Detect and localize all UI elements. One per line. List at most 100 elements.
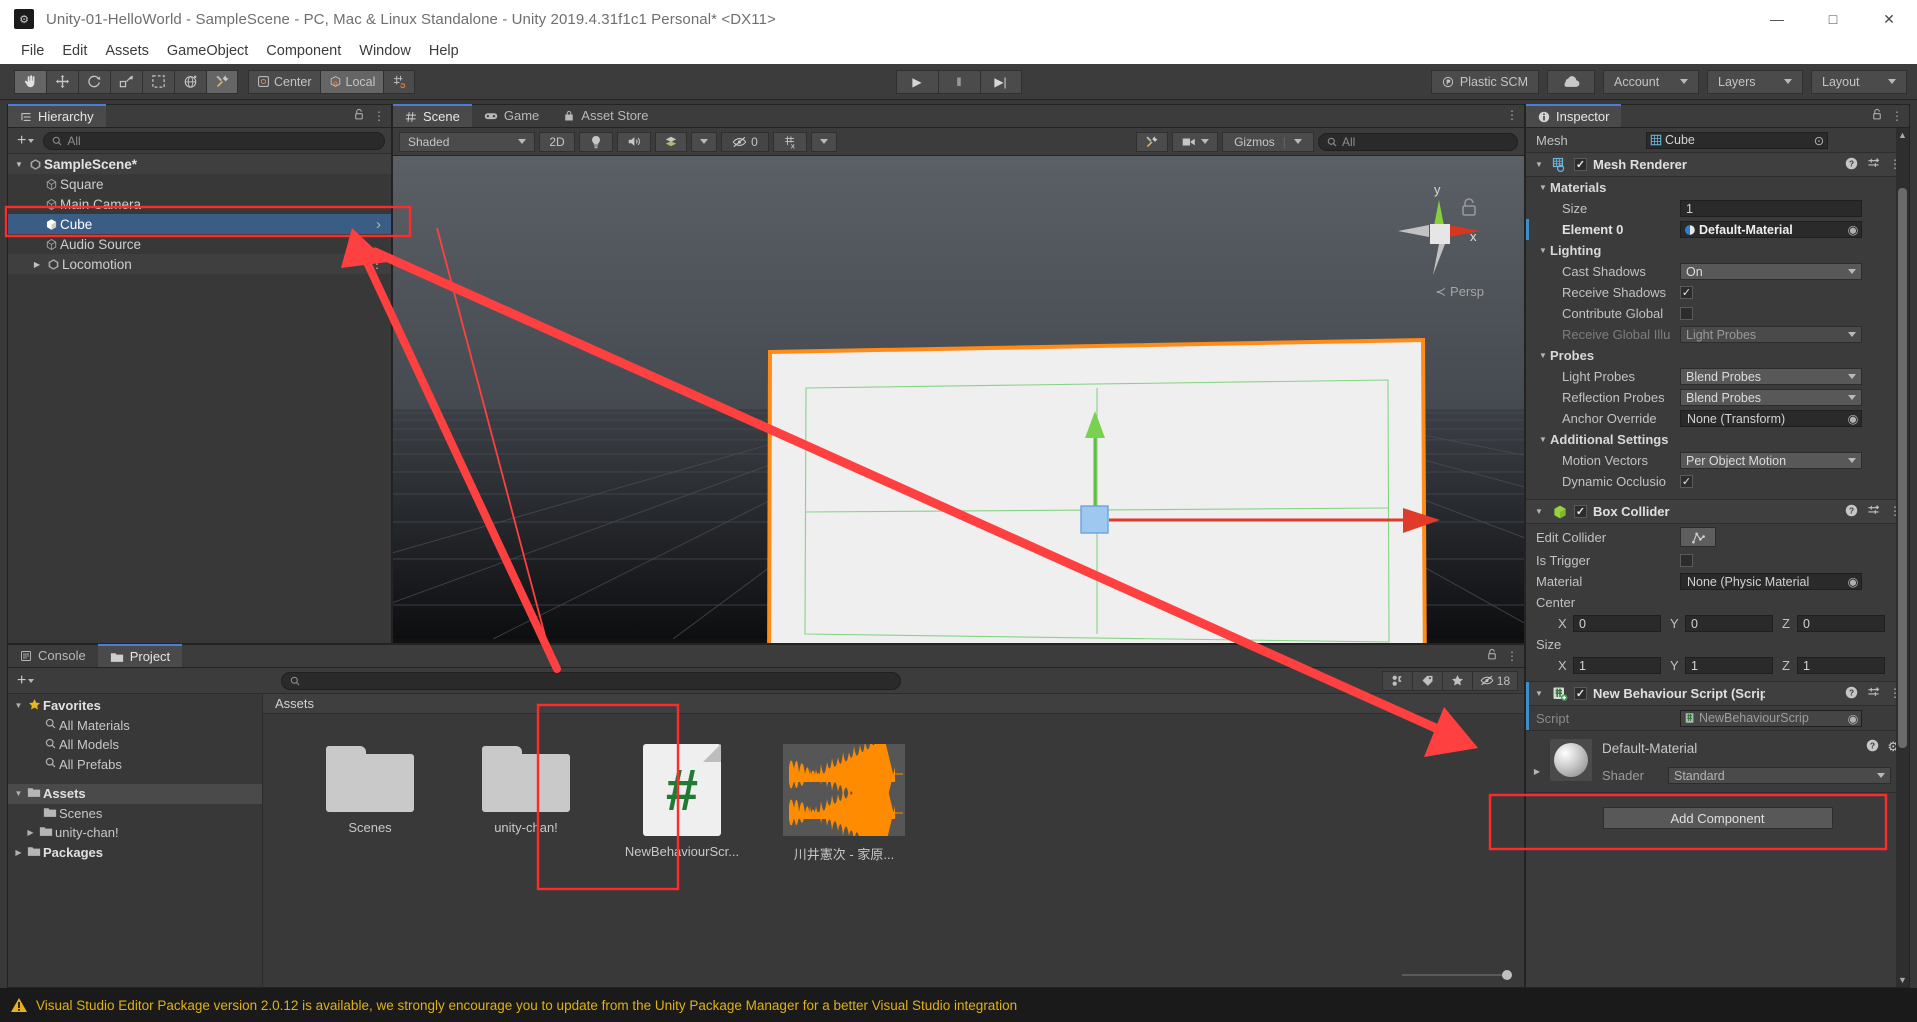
- kebab-menu-icon[interactable]: ⋮: [371, 257, 383, 271]
- project-tree-packages[interactable]: ▶ Packages: [8, 843, 262, 863]
- chevron-down-icon[interactable]: ▼: [1532, 689, 1546, 698]
- is-trigger-checkbox[interactable]: [1680, 554, 1693, 567]
- draw-mode-dropdown[interactable]: Shaded: [399, 131, 535, 152]
- chevron-down-icon[interactable]: ▼: [12, 789, 25, 798]
- inspector-scrollbar[interactable]: ▲ ▼: [1896, 128, 1909, 987]
- preset-icon[interactable]: [1867, 686, 1880, 702]
- scene-axis-gizmo[interactable]: y x: [1392, 178, 1486, 298]
- project-tree-assets[interactable]: ▼ Assets: [8, 784, 262, 804]
- box-collider-enabled-checkbox[interactable]: ✓: [1574, 505, 1587, 518]
- chevron-right-icon[interactable]: ▶: [30, 260, 44, 269]
- plastic-scm-button[interactable]: Plastic SCM: [1430, 69, 1539, 94]
- edit-collider-button[interactable]: [1680, 527, 1716, 547]
- size-x-input[interactable]: 1: [1573, 657, 1661, 674]
- component-header-mesh-renderer[interactable]: ▼ ✓ Mesh Renderer ? ⋮: [1526, 152, 1909, 177]
- hierarchy-search-input[interactable]: All: [43, 131, 385, 150]
- kebab-menu-icon[interactable]: ⋮: [1506, 649, 1518, 663]
- receive-shadows-checkbox[interactable]: ✓: [1680, 286, 1693, 299]
- reflection-probes-dropdown[interactable]: Blend Probes: [1680, 389, 1862, 406]
- cast-shadows-row[interactable]: Cast Shadows On: [1526, 261, 1909, 282]
- menu-file[interactable]: File: [12, 41, 53, 61]
- pivot-mode-button[interactable]: Center: [248, 69, 320, 94]
- project-tree-scenes[interactable]: Scenes: [8, 804, 262, 824]
- project-item-scenes[interactable]: Scenes: [311, 742, 429, 863]
- project-tree-all-prefabs[interactable]: All Prefabs: [8, 755, 262, 775]
- receive-shadows-row[interactable]: Receive Shadows ✓: [1526, 282, 1909, 303]
- size-y-input[interactable]: 1: [1685, 657, 1773, 674]
- scene-grid-visibility-icon[interactable]: [773, 131, 807, 152]
- scene-audio-icon[interactable]: [617, 131, 651, 152]
- scene-fx-icon[interactable]: [655, 131, 687, 152]
- hand-tool-icon[interactable]: [14, 69, 46, 94]
- transform-tool-icon[interactable]: [174, 69, 206, 94]
- tab-scene[interactable]: Scene: [393, 104, 472, 127]
- chevron-right-icon[interactable]: ›: [376, 216, 381, 233]
- tab-hierarchy[interactable]: Hierarchy: [8, 104, 106, 127]
- add-component-button[interactable]: Add Component: [1602, 807, 1833, 829]
- tab-console[interactable]: Console: [8, 644, 98, 667]
- chevron-down-icon[interactable]: ▼: [1532, 160, 1546, 169]
- anchor-override-row[interactable]: Anchor Override None (Transform) ◉: [1526, 408, 1909, 429]
- object-picker-icon[interactable]: ◉: [1845, 574, 1861, 589]
- layout-button[interactable]: Layout: [1811, 69, 1907, 94]
- project-grid[interactable]: Assets Scenes unity-chan! # NewBehaviour…: [263, 694, 1524, 987]
- account-button[interactable]: Account: [1603, 69, 1699, 94]
- chevron-down-icon[interactable]: ▼: [1536, 183, 1550, 192]
- lighting-group-header[interactable]: ▼ Lighting: [1526, 240, 1909, 261]
- chevron-down-icon[interactable]: ▼: [1536, 435, 1550, 444]
- layers-button[interactable]: Layers: [1707, 69, 1803, 94]
- kebab-menu-icon[interactable]: ⋮: [1891, 109, 1903, 123]
- hierarchy-item-cube[interactable]: Cube ›: [8, 214, 391, 234]
- menu-component[interactable]: Component: [257, 41, 350, 61]
- additional-settings-header[interactable]: ▼ Additional Settings: [1526, 429, 1909, 450]
- center-vector-row[interactable]: X 0 Y 0 Z 0: [1526, 613, 1909, 634]
- hierarchy-item-main-camera[interactable]: Main Camera: [8, 194, 391, 214]
- project-item-newbehaviourscript[interactable]: # NewBehaviourScr...: [623, 742, 741, 863]
- inspector-body[interactable]: Mesh Cube ⊙ ▼ ✓ Mesh Renderer ? ⋮ ▼ Mate…: [1526, 128, 1909, 987]
- scene-camera-button[interactable]: [1172, 131, 1218, 152]
- hierarchy-item-locomotion[interactable]: ▶ Locomotion ⋮: [8, 254, 391, 274]
- chevron-down-icon[interactable]: ▼: [12, 701, 25, 710]
- chevron-down-icon[interactable]: ▼: [1532, 507, 1546, 516]
- status-bar[interactable]: Visual Studio Editor Package version 2.0…: [0, 988, 1917, 1022]
- rect-tool-icon[interactable]: [142, 69, 174, 94]
- kebab-menu-icon[interactable]: ⋮: [1506, 108, 1518, 122]
- scene-hidden-objects-toggle[interactable]: 0: [721, 131, 769, 152]
- help-icon[interactable]: ?: [1845, 157, 1858, 173]
- lock-icon[interactable]: [353, 108, 365, 124]
- scene-fx-dropdown[interactable]: [691, 131, 717, 152]
- physic-material-row[interactable]: Material None (Physic Material ◉: [1526, 571, 1909, 592]
- edit-collider-row[interactable]: Edit Collider: [1526, 524, 1909, 550]
- lock-icon[interactable]: [1486, 648, 1498, 664]
- menu-assets[interactable]: Assets: [96, 41, 158, 61]
- step-button[interactable]: ▶|: [979, 69, 1022, 94]
- component-header-new-behaviour-script[interactable]: ▼ ✓ New Behaviour Script (Scrip ? ⋮: [1526, 681, 1909, 707]
- menu-window[interactable]: Window: [350, 41, 420, 61]
- project-tree-all-materials[interactable]: All Materials: [8, 716, 262, 736]
- scene-tools-icon[interactable]: [1136, 131, 1168, 152]
- project-item-audio-clip[interactable]: 川井憲次 - 家原...: [779, 742, 909, 863]
- help-icon[interactable]: ?: [1845, 504, 1858, 520]
- close-button[interactable]: ✕: [1861, 0, 1917, 38]
- rotate-tool-icon[interactable]: [78, 69, 110, 94]
- center-x-input[interactable]: 0: [1573, 615, 1661, 632]
- preset-icon[interactable]: [1867, 157, 1880, 173]
- materials-size-row[interactable]: Size 1: [1526, 198, 1909, 219]
- kebab-menu-icon[interactable]: ⋮: [373, 109, 385, 123]
- element0-object-field[interactable]: Default-Material ◉: [1680, 221, 1862, 238]
- menu-edit[interactable]: Edit: [53, 41, 96, 61]
- project-tree-all-models[interactable]: All Models: [8, 735, 262, 755]
- shader-dropdown[interactable]: Standard: [1668, 767, 1891, 784]
- center-y-input[interactable]: 0: [1685, 615, 1773, 632]
- hierarchy-item-square[interactable]: Square: [8, 174, 391, 194]
- save-filter-icon[interactable]: [1381, 670, 1412, 691]
- space-mode-button[interactable]: Local: [319, 69, 384, 94]
- project-item-unity-chan[interactable]: unity-chan!: [467, 742, 585, 863]
- project-zoom-slider[interactable]: [1402, 969, 1512, 981]
- materials-element0-row[interactable]: Element 0 Default-Material ◉: [1526, 219, 1909, 240]
- scene-projection-label[interactable]: ≺ Persp: [1435, 284, 1484, 300]
- label-icon[interactable]: [1411, 670, 1442, 691]
- tab-inspector[interactable]: Inspector: [1526, 104, 1622, 127]
- probes-group-header[interactable]: ▼ Probes: [1526, 345, 1909, 366]
- chevron-down-icon[interactable]: ▼: [1536, 246, 1550, 255]
